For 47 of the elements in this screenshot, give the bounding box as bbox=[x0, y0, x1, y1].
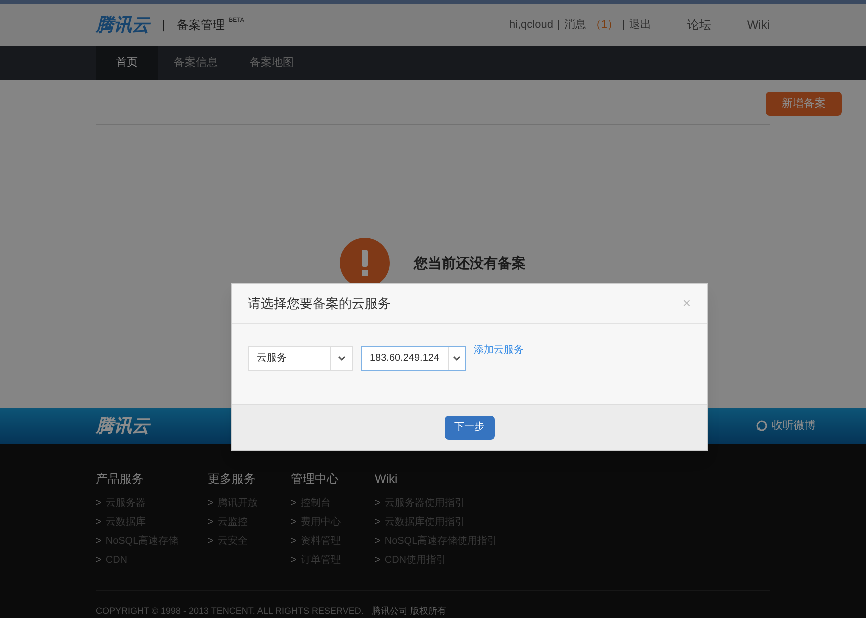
app-title: 备案管理 bbox=[177, 17, 226, 34]
header-link[interactable]: Wiki bbox=[747, 16, 770, 34]
link-marker: > bbox=[208, 535, 214, 549]
link-marker: > bbox=[291, 516, 297, 530]
link-marker: > bbox=[291, 497, 297, 511]
header-link[interactable]: 论坛 bbox=[687, 16, 712, 34]
select-field[interactable]: 云服务 bbox=[248, 346, 353, 371]
company-text: 腾讯公司 版权所有 bbox=[372, 605, 446, 618]
weibo-link[interactable]: 收听微博 bbox=[772, 418, 816, 434]
separator-text: | bbox=[162, 17, 166, 34]
link-marker: > bbox=[208, 497, 214, 511]
caret-icon bbox=[338, 356, 346, 362]
link-marker: > bbox=[375, 535, 381, 549]
add-filing-button[interactable]: 新增备案 bbox=[766, 92, 842, 116]
link-marker: > bbox=[375, 497, 381, 511]
logout-link[interactable]: 退出 bbox=[629, 16, 652, 34]
link-marker: > bbox=[96, 554, 102, 568]
link-marker: > bbox=[96, 535, 102, 549]
link-marker: > bbox=[375, 554, 381, 568]
empty-message: 您当前还没有备案 bbox=[414, 254, 526, 272]
footer-heading: 产品服务 bbox=[96, 471, 145, 488]
dialog-title: 请选择您要备案的云服务 bbox=[248, 294, 391, 313]
footer-logo[interactable]: 腾讯云 bbox=[96, 412, 150, 440]
link-marker: > bbox=[96, 497, 102, 511]
footer-heading: Wiki bbox=[375, 471, 399, 488]
link-marker: > bbox=[96, 516, 102, 530]
link-marker: > bbox=[291, 535, 297, 549]
separator-text: | bbox=[557, 18, 560, 33]
messages-link[interactable]: 消息 bbox=[564, 16, 586, 34]
footer-heading: 更多服务 bbox=[208, 471, 257, 488]
link-marker: > bbox=[208, 516, 214, 530]
message-count: （1） bbox=[590, 18, 618, 33]
next-button[interactable]: 下一步 bbox=[444, 416, 494, 440]
nav-tab[interactable]: 备案信息 bbox=[158, 46, 234, 80]
link-marker: > bbox=[291, 554, 297, 568]
add-service-link[interactable]: 添加云服务 bbox=[474, 343, 524, 358]
close-button[interactable]: × bbox=[682, 293, 691, 314]
separator-text: | bbox=[622, 18, 626, 33]
logo[interactable]: 腾讯云 bbox=[96, 12, 150, 38]
nav-tab[interactable]: 备案地图 bbox=[234, 46, 310, 80]
caret-icon bbox=[452, 356, 461, 362]
footer-heading: 管理中心 bbox=[291, 471, 340, 488]
link-marker: > bbox=[375, 516, 381, 530]
nav-tab[interactable]: 首页 bbox=[96, 46, 158, 80]
username: hi,qcloud bbox=[509, 18, 554, 33]
select-field[interactable]: 183.60.249.124 bbox=[361, 346, 466, 371]
copyright-text: COPYRIGHT © 1998 - 2013 TENCENT. ALL RIGHTS RESERVED. bbox=[96, 605, 364, 618]
